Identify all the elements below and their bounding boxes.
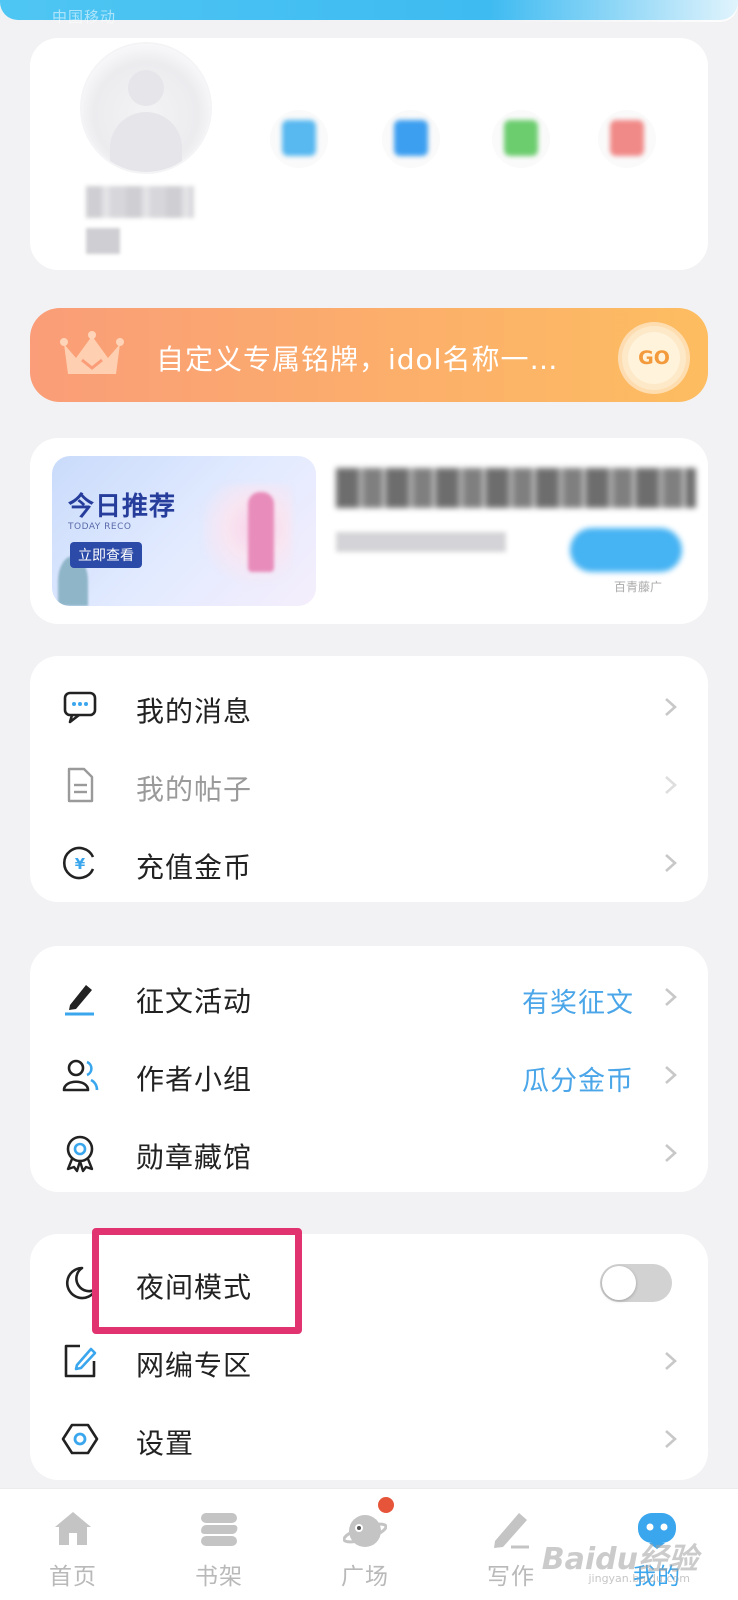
menu-label: 充值金币: [136, 851, 253, 884]
highlight-box: [92, 1228, 302, 1334]
menu-label: 网编专区: [136, 1349, 253, 1382]
menu-item-author-group[interactable]: 作者小组 瓜分金币: [30, 1036, 708, 1114]
carrier-label: 中国移动: [52, 8, 117, 26]
chevron-right-icon: [665, 1066, 677, 1084]
chevron-right-icon: [665, 698, 677, 716]
home-icon: [55, 1512, 91, 1545]
edit-icon: [64, 1344, 97, 1378]
svg-text:¥: ¥: [75, 855, 86, 873]
chevron-right-icon: [665, 1430, 677, 1448]
menu-tag: 瓜分金币: [522, 1066, 634, 1097]
document-icon: [67, 767, 94, 803]
menu-group-creator: 征文活动 有奖征文 作者小组 瓜分金币 勋章藏馆: [30, 946, 708, 1192]
menu-item-recharge-coins[interactable]: ¥ 充值金币: [30, 824, 708, 902]
menu-tag: 有奖征文: [522, 988, 634, 1019]
ad-source-label: 百青藤广: [614, 580, 663, 594]
menu-label: 征文活动: [136, 985, 253, 1018]
bookshelf-icon: [201, 1513, 238, 1546]
menu-label: 我的帖子: [136, 773, 253, 806]
recommend-image-title: 今日推荐: [68, 492, 177, 522]
status-bar: 中国移动: [0, 0, 738, 26]
username-blurred: [86, 186, 194, 218]
tab-label: 广场: [341, 1564, 389, 1590]
tab-label: 书架: [195, 1564, 243, 1590]
recommend-subtitle-blurred: [336, 532, 506, 552]
menu-item-my-messages[interactable]: 我的消息: [30, 668, 708, 746]
recommend-image[interactable]: 今日推荐 TODAY RECO 立即查看: [52, 456, 316, 606]
quick-entry-blue-icon[interactable]: [270, 110, 328, 168]
menu-label: 设置: [136, 1427, 195, 1460]
chevron-right-icon: [665, 1352, 677, 1370]
menu-label: 勋章藏馆: [136, 1141, 253, 1174]
menu-label: 我的消息: [136, 695, 253, 728]
nameplate-promo-banner[interactable]: 自定义专属铭牌，idol名称一… GO: [30, 308, 708, 402]
pen-icon: [65, 985, 94, 1016]
plaza-icon: [343, 1515, 387, 1547]
menu-item-essay-events[interactable]: 征文活动 有奖征文: [30, 958, 708, 1036]
notification-dot: [378, 1497, 394, 1513]
chevron-right-icon: [665, 988, 677, 1006]
go-button-label: GO: [628, 332, 680, 384]
username-second-line: [86, 228, 120, 254]
crown-icon: [60, 331, 124, 374]
recommend-action-button[interactable]: [570, 528, 682, 572]
write-icon: [494, 1513, 529, 1549]
chevron-right-icon: [665, 854, 677, 872]
recommend-title-blurred: [336, 468, 696, 508]
go-button[interactable]: GO: [622, 326, 686, 390]
menu-item-my-posts[interactable]: 我的帖子: [30, 746, 708, 824]
quick-entry-red-icon[interactable]: [598, 110, 656, 168]
profile-card: [30, 38, 708, 270]
recommend-image-subtitle: TODAY RECO: [68, 522, 132, 532]
menu-label: 作者小组: [136, 1063, 253, 1096]
menu-item-medal-hall[interactable]: 勋章藏馆: [30, 1114, 708, 1192]
tab-label: 首页: [49, 1564, 97, 1590]
recommend-card[interactable]: 今日推荐 TODAY RECO 立即查看 百青藤广: [30, 438, 708, 624]
medal-icon: [66, 1135, 94, 1173]
coin-icon: ¥: [62, 846, 95, 880]
baidu-watermark-url: jingyan.baidu.com: [588, 1572, 690, 1585]
status-bar-fade: [488, 0, 738, 22]
message-icon: [63, 691, 97, 724]
menu-group-account: 我的消息 我的帖子 ¥ 充值金币: [30, 656, 708, 902]
tab-bookshelf[interactable]: 书架: [146, 1489, 292, 1600]
settings-icon: [61, 1423, 99, 1455]
avatar[interactable]: [82, 44, 210, 172]
tab-plaza[interactable]: 广场: [292, 1489, 438, 1600]
chevron-right-icon: [665, 776, 677, 794]
promo-text: 自定义专属铭牌，idol名称一…: [156, 343, 559, 376]
quick-entry-green-icon[interactable]: [492, 110, 550, 168]
tab-home[interactable]: 首页: [0, 1489, 146, 1600]
chevron-right-icon: [665, 1144, 677, 1162]
view-now-button[interactable]: 立即查看: [70, 542, 142, 568]
night-mode-toggle[interactable]: [600, 1264, 672, 1302]
quick-entry-phone-icon[interactable]: [382, 110, 440, 168]
menu-item-settings[interactable]: 设置: [30, 1400, 708, 1478]
group-icon: [62, 1059, 99, 1092]
